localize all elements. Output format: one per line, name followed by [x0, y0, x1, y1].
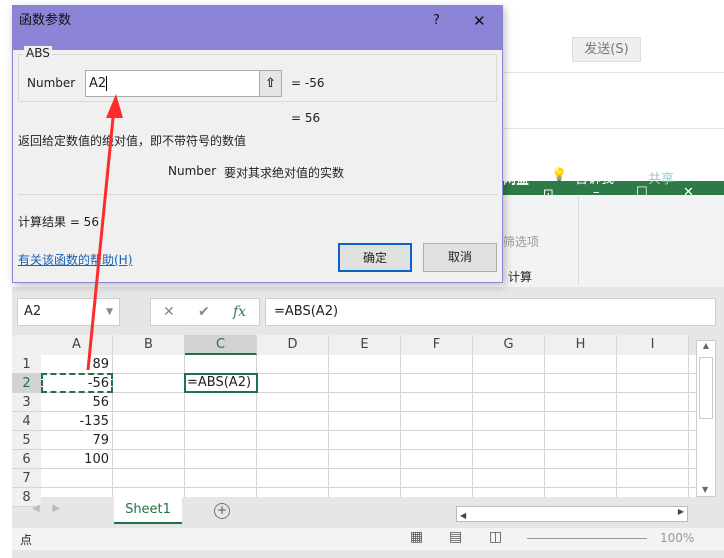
red-annotation-arrow [86, 94, 123, 371]
arrow-shaft [86, 107, 116, 371]
arrow-head [106, 94, 123, 118]
